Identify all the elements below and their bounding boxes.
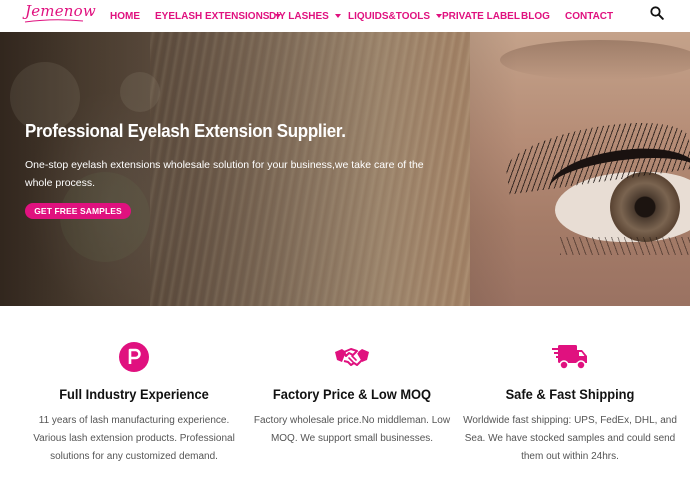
nav-item-label: LIQUIDS&TOOLS	[348, 10, 431, 22]
hero-subtitle: One-stop eyelash extensions wholesale so…	[25, 159, 424, 189]
nav-item-label: PRIVATE LABEL	[442, 10, 520, 22]
nav-item-label: CONTACT	[565, 10, 614, 22]
nav-item-label: HOME	[110, 10, 140, 22]
nav-item-blog[interactable]: BLOG	[521, 8, 550, 24]
handshake-icon	[335, 348, 369, 366]
nav-item-contact[interactable]: CONTACT	[565, 8, 613, 24]
hero-banner: Professional Eyelash Extension Supplier.…	[0, 32, 690, 306]
site-header: Jemenow HOME EYELASH EXTENSIONS DIY LASH…	[0, 0, 690, 32]
p-circle-icon	[119, 342, 149, 372]
truck-icon	[552, 345, 587, 370]
feature-title: Safe & Fast Shipping	[505, 386, 635, 402]
hero-title: Professional Eyelash Extension Supplier.	[25, 121, 346, 141]
feature-card-experience: Full Industry Experience 11 years of las…	[19, 306, 249, 482]
nav-item-home[interactable]: HOME	[110, 8, 140, 24]
features-section: Full Industry Experience 11 years of las…	[0, 306, 690, 482]
nav-item-private-label[interactable]: PRIVATE LABEL	[442, 8, 520, 24]
nav-item-diy-lashes[interactable]: DIY LASHES	[269, 8, 341, 24]
feature-card-shipping: Safe & Fast Shipping Worldwide fast ship…	[455, 306, 685, 482]
search-icon[interactable]	[650, 6, 664, 20]
nav-item-label: EYELASH EXTENSIONS	[155, 10, 270, 22]
nav-item-label: BLOG	[521, 10, 550, 22]
nav-item-eyelash-extensions[interactable]: EYELASH EXTENSIONS	[155, 8, 282, 24]
get-free-samples-button[interactable]: GET FREE SAMPLES	[25, 203, 131, 219]
feature-text: Factory wholesale price.No middleman. Lo…	[253, 415, 451, 444]
main-nav: HOME EYELASH EXTENSIONS DIY LASHES LIQUI…	[0, 0, 690, 32]
chevron-down-icon	[334, 14, 341, 18]
feature-card-price: Factory Price & Low MOQ Factory wholesal…	[237, 306, 467, 482]
nav-item-label: DIY LASHES	[269, 10, 329, 22]
feature-title: Full Industry Experience	[59, 386, 209, 402]
feature-text: 11 years of lash manufacturing experienc…	[33, 415, 235, 462]
feature-title: Factory Price & Low MOQ	[272, 386, 432, 402]
feature-text: Worldwide fast shipping: UPS, FedEx, DHL…	[463, 415, 677, 462]
nav-item-liquids-tools[interactable]: LIQUIDS&TOOLS	[348, 8, 443, 24]
